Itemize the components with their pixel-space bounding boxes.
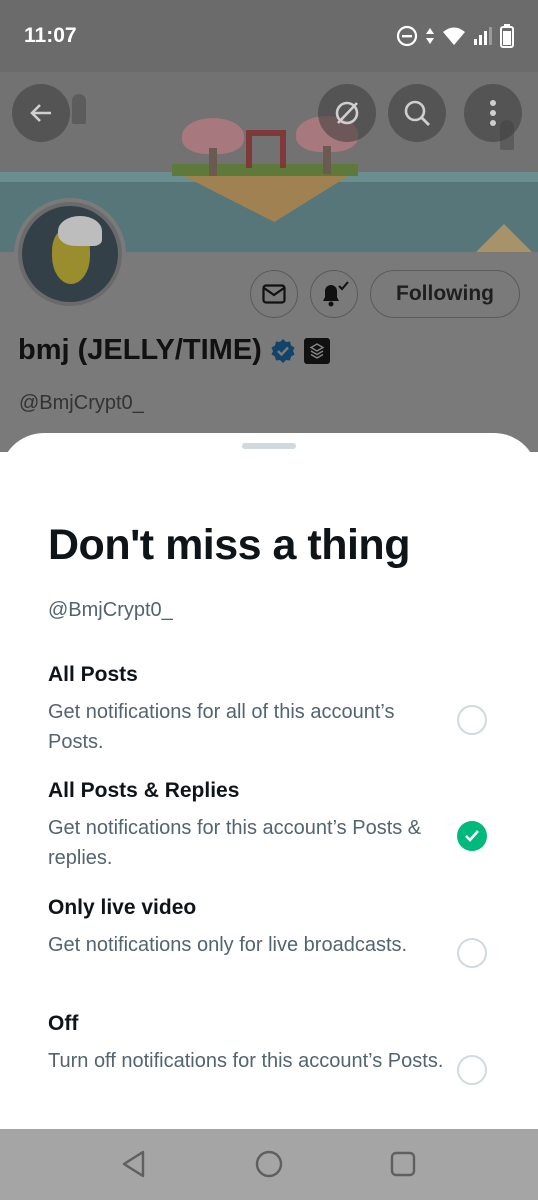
option-title: Off xyxy=(48,1012,79,1035)
sheet-handle: @BmjCrypt0_ xyxy=(48,599,173,621)
sheet-drag-handle[interactable] xyxy=(242,443,296,449)
home-circle-icon xyxy=(255,1150,283,1178)
nav-recents-button[interactable] xyxy=(386,1147,420,1181)
option-description: Get notifications for all of this accoun… xyxy=(48,701,395,753)
bell-check-icon xyxy=(323,281,349,307)
nav-back-button[interactable] xyxy=(117,1147,151,1181)
radio-all-posts-replies[interactable] xyxy=(457,821,487,851)
avatar[interactable] xyxy=(14,198,126,310)
wifi-icon xyxy=(443,27,465,45)
navigation-bar xyxy=(0,1129,538,1200)
verified-badge-icon xyxy=(271,338,295,363)
following-button[interactable]: Following xyxy=(370,270,520,318)
checkmark-icon xyxy=(465,830,479,842)
data-arrows-icon xyxy=(426,28,434,44)
option-off[interactable]: Off Turn off notifications for this acco… xyxy=(0,1012,538,1122)
option-description: Turn off notifications for this account’… xyxy=(48,1050,444,1072)
affiliation-badge-icon[interactable] xyxy=(303,337,330,364)
option-description: Get notifications only for live broadcas… xyxy=(48,934,408,956)
profile-handle: @BmjCrypt0_ xyxy=(19,392,144,414)
search-button[interactable] xyxy=(388,84,446,142)
grok-icon xyxy=(335,101,359,125)
profile-name-row: bmj (JELLY/TIME) xyxy=(18,334,330,367)
display-name: bmj (JELLY/TIME) xyxy=(18,334,262,366)
more-vertical-icon xyxy=(490,100,496,126)
option-all-posts[interactable]: All Posts Get notifications for all of t… xyxy=(0,663,538,773)
status-time: 11:07 xyxy=(24,24,77,47)
nav-home-button[interactable] xyxy=(252,1147,286,1181)
profile-background: Following bmj (JELLY/TIME) @BmjCrypt0_ xyxy=(0,72,538,452)
back-triangle-icon xyxy=(122,1150,145,1178)
mail-icon xyxy=(262,284,286,304)
battery-icon xyxy=(500,24,514,48)
grok-button[interactable] xyxy=(318,84,376,142)
radio-all-posts[interactable] xyxy=(457,705,487,735)
more-button[interactable] xyxy=(464,84,522,142)
option-title: All Posts & Replies xyxy=(48,779,240,802)
back-arrow-icon xyxy=(30,104,51,122)
back-button[interactable] xyxy=(12,84,70,142)
notifications-button[interactable] xyxy=(310,270,358,318)
recents-square-icon xyxy=(390,1151,416,1177)
search-icon xyxy=(404,100,430,126)
radio-off[interactable] xyxy=(457,1055,487,1085)
status-bar: 11:07 xyxy=(0,0,538,72)
do-not-disturb-icon xyxy=(396,25,418,47)
signal-icon xyxy=(474,27,492,45)
radio-only-live-video[interactable] xyxy=(457,938,487,968)
sheet-title: Don't miss a thing xyxy=(48,521,410,569)
message-button[interactable] xyxy=(250,270,298,318)
option-all-posts-replies[interactable]: All Posts & Replies Get notifications fo… xyxy=(0,779,538,889)
option-only-live-video[interactable]: Only live video Get notifications only f… xyxy=(0,896,538,1006)
option-title: Only live video xyxy=(48,896,197,919)
option-title: All Posts xyxy=(48,663,138,686)
notification-settings-sheet: Don't miss a thing @BmjCrypt0_ All Posts… xyxy=(0,433,538,1129)
status-icons xyxy=(396,24,514,48)
option-description: Get notifications for this account’s Pos… xyxy=(48,817,422,869)
